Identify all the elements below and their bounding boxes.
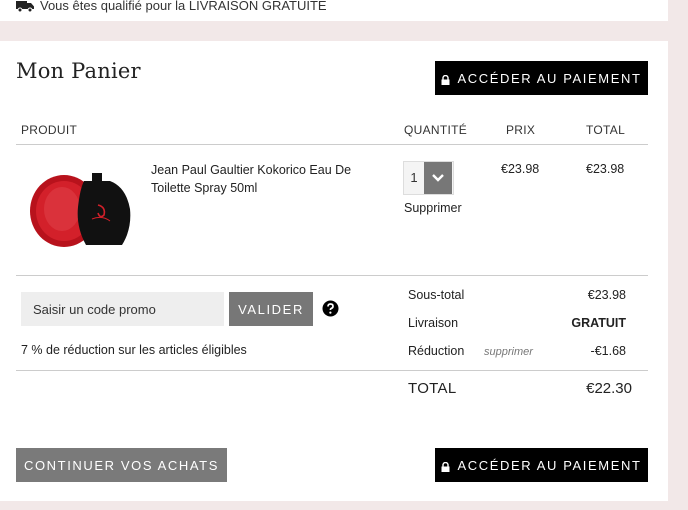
shipping-message: Vous êtes qualifié pour la LIVRAISON GRA… [16, 0, 327, 13]
page-title: Mon Panier [16, 59, 141, 83]
promo-code-input[interactable] [21, 292, 224, 326]
discount-note: 7 % de réduction sur les articles éligib… [21, 343, 247, 357]
checkout-label: ACCÉDER AU PAIEMENT [457, 70, 642, 86]
continue-shopping-button[interactable]: CONTINUER VOS ACHATS [16, 448, 227, 482]
quantity-select[interactable]: 1 [403, 161, 454, 195]
grand-total-value: €22.30 [586, 380, 632, 397]
cart-panel: Mon Panier ACCÉDER AU PAIEMENT PRODUIT Q… [0, 41, 668, 501]
column-header-price: PRIX [506, 123, 536, 137]
apply-promo-button[interactable]: VALIDER [229, 292, 313, 326]
checkout-button-top[interactable]: ACCÉDER AU PAIEMENT [435, 61, 648, 95]
shipping-banner: Vous êtes qualifié pour la LIVRAISON GRA… [0, 0, 668, 21]
discount-label: Réduction [408, 344, 465, 358]
shipping-value: GRATUIT [571, 316, 626, 330]
quantity-value: 1 [410, 170, 418, 185]
subtotal-value: €23.98 [587, 288, 626, 302]
divider [16, 370, 648, 371]
column-header-product: PRODUIT [21, 123, 78, 137]
subtotal-label: Sous-total [408, 288, 465, 302]
divider [16, 144, 648, 145]
checkout-button-bottom[interactable]: ACCÉDER AU PAIEMENT [435, 448, 648, 482]
help-icon[interactable] [322, 300, 339, 317]
chevron-down-icon[interactable] [424, 162, 452, 194]
truck-icon [16, 0, 34, 12]
shipping-text: Vous êtes qualifié pour la LIVRAISON GRA… [40, 0, 327, 13]
divider [16, 275, 648, 276]
column-header-quantity: QUANTITÉ [404, 123, 468, 137]
remove-item-link[interactable]: Supprimer [404, 201, 462, 215]
grand-total-label: TOTAL [408, 380, 457, 397]
item-total: €23.98 [586, 162, 625, 176]
lock-icon [441, 73, 450, 85]
lock-icon [441, 460, 450, 472]
checkout-label: ACCÉDER AU PAIEMENT [457, 457, 642, 473]
shipping-label: Livraison [408, 316, 459, 330]
product-name[interactable]: Jean Paul Gaultier Kokorico Eau De Toile… [151, 161, 371, 197]
discount-value: -€1.68 [590, 344, 626, 358]
product-image[interactable] [26, 167, 136, 249]
column-header-total: TOTAL [586, 123, 626, 137]
item-price: €23.98 [501, 162, 540, 176]
